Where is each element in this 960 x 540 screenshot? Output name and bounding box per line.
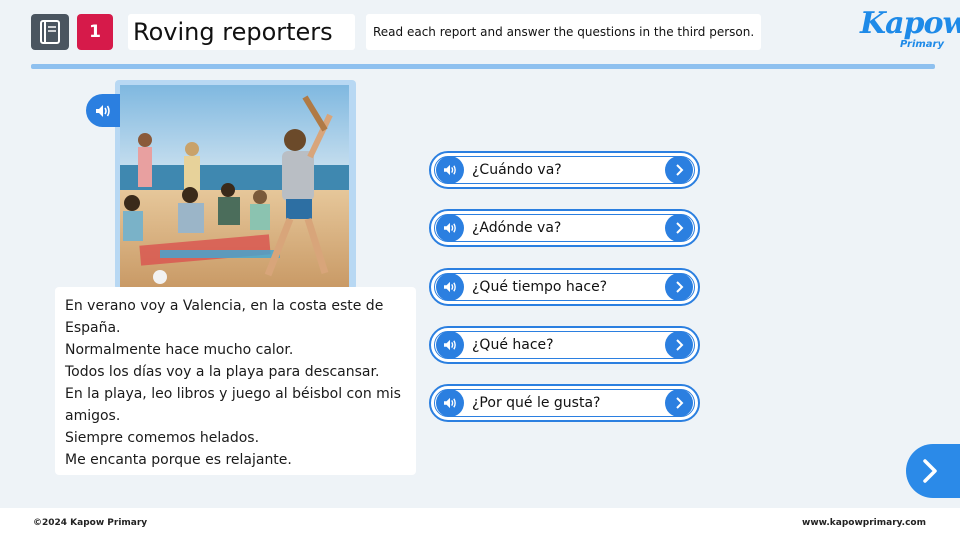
speaker-icon [96, 104, 110, 117]
speaker-icon [444, 397, 456, 409]
question-next-button[interactable] [665, 389, 693, 417]
question-text: ¿Qué hace? [472, 337, 554, 353]
question-audio-button[interactable] [436, 389, 464, 417]
speaker-icon [444, 339, 456, 351]
copyright-text: ©2024 Kapow Primary [33, 518, 148, 528]
report-line: Todos los días voy a la playa para desca… [65, 364, 380, 380]
lesson-number-badge: 1 [77, 14, 113, 50]
chevron-right-icon [676, 397, 684, 409]
report-line: Siempre comemos helados. [65, 430, 260, 446]
speaker-icon [444, 222, 456, 234]
report-line: En verano voy a Valencia, en la costa es… [65, 298, 384, 314]
question-text: ¿Cuándo va? [472, 162, 562, 178]
question-audio-button[interactable] [436, 214, 464, 242]
chevron-right-icon [923, 459, 937, 483]
question-next-button[interactable] [665, 273, 693, 301]
question-text: ¿Qué tiempo hace? [472, 279, 608, 295]
footer: ©2024 Kapow Primary www.kapowprimary.com [0, 508, 960, 540]
question-pill-3: ¿Qué tiempo hace? [429, 268, 700, 306]
question-audio-button[interactable] [436, 331, 464, 359]
chevron-right-icon [676, 281, 684, 293]
report-line: Normalmente hace mucho calor. [65, 342, 294, 358]
website-link[interactable]: www.kapowprimary.com [802, 518, 926, 528]
question-next-button[interactable] [665, 331, 693, 359]
header-divider [31, 64, 935, 69]
question-pill-2: ¿Adónde va? [429, 209, 700, 247]
question-text: ¿Por qué le gusta? [472, 395, 601, 411]
kapow-logo: Kapow Primary [858, 6, 960, 56]
chevron-right-icon [676, 339, 684, 351]
photo-audio-button[interactable] [86, 94, 120, 127]
report-card: En verano voy a Valencia, en la costa es… [55, 287, 416, 475]
logo-sub-text: Primary [900, 39, 944, 50]
chevron-right-icon [676, 222, 684, 234]
page-title: Roving reporters [128, 14, 355, 50]
chevron-right-icon [676, 164, 684, 176]
question-pill-5: ¿Por qué le gusta? [429, 384, 700, 422]
report-line: amigos. [65, 408, 121, 424]
question-audio-button[interactable] [436, 273, 464, 301]
book-button[interactable] [31, 14, 69, 50]
logo-main-text: Kapow [860, 6, 960, 41]
question-audio-button[interactable] [436, 156, 464, 184]
next-slide-button[interactable] [906, 444, 960, 498]
instruction-text: Read each report and answer the question… [366, 14, 761, 50]
question-text: ¿Adónde va? [472, 220, 562, 236]
question-next-button[interactable] [665, 156, 693, 184]
photo-frame [115, 80, 356, 290]
speaker-icon [444, 164, 456, 176]
question-next-button[interactable] [665, 214, 693, 242]
question-pill-4: ¿Qué hace? [429, 326, 700, 364]
report-line: En la playa, leo libros y juego al béisb… [65, 386, 401, 402]
book-icon [40, 20, 60, 44]
report-line: España. [65, 320, 121, 336]
report-line: Me encanta porque es relajante. [65, 452, 292, 468]
question-pill-1: ¿Cuándo va? [429, 151, 700, 189]
speaker-icon [444, 281, 456, 293]
beach-photo [120, 85, 349, 287]
